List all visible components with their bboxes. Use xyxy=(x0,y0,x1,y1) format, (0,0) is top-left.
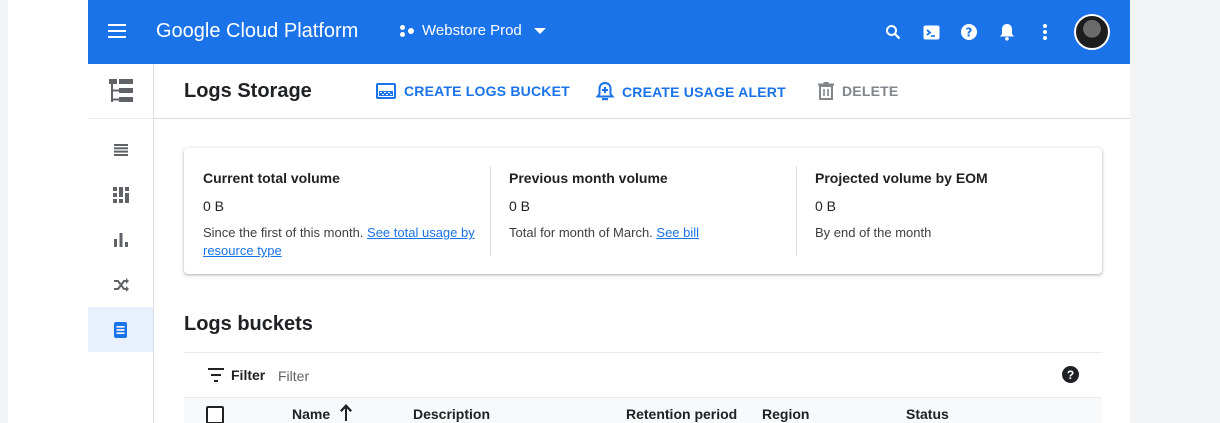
action-bar: Logs Storage CREATE LOGS BUCKET CREATE U… xyxy=(154,64,1130,119)
account-avatar[interactable] xyxy=(1074,14,1110,50)
metric-label: Current total volume xyxy=(203,170,340,186)
create-logs-bucket-label: CREATE LOGS BUCKET xyxy=(404,83,570,99)
project-selector[interactable]: Webstore Prod xyxy=(400,22,546,39)
column-header-status[interactable]: Status xyxy=(906,406,949,422)
menu-icon[interactable] xyxy=(106,20,128,42)
svg-text:?: ? xyxy=(966,26,973,40)
filter-icon[interactable] xyxy=(208,368,224,382)
metric-description: Total for month of March. See bill xyxy=(509,224,796,242)
filter-bar: Filter ? xyxy=(184,352,1102,398)
page-margin-left xyxy=(0,0,8,423)
brand-title[interactable]: Google Cloud Platform xyxy=(156,20,358,43)
current-volume-metric: Current total volume 0 B Since the first… xyxy=(184,148,489,274)
top-actions: ? xyxy=(884,14,1110,50)
metrics-icon[interactable] xyxy=(88,217,153,262)
see-bill-link[interactable]: See bill xyxy=(656,225,699,240)
page-margin-right xyxy=(1130,0,1220,423)
delete-button[interactable]: DELETE xyxy=(818,82,898,100)
metric-value: 0 B xyxy=(815,198,837,214)
top-app-bar: Google Cloud Platform Webstore Prod ? xyxy=(88,0,1130,64)
add-alert-icon xyxy=(596,82,614,101)
filter-input[interactable] xyxy=(278,365,778,387)
logs-storage-icon[interactable] xyxy=(88,307,153,352)
help-icon[interactable]: ? xyxy=(1062,366,1079,383)
usage-summary-card: Current total volume 0 B Since the first… xyxy=(184,148,1102,274)
column-header-region[interactable]: Region xyxy=(762,406,809,422)
create-usage-alert-button[interactable]: CREATE USAGE ALERT xyxy=(596,82,786,101)
logging-product-icon[interactable] xyxy=(88,64,153,119)
metric-label: Previous month volume xyxy=(509,170,668,186)
side-nav xyxy=(88,64,154,423)
logs-viewer-icon[interactable] xyxy=(88,127,153,172)
metric-description-text: Total for month of March. xyxy=(509,225,653,240)
logs-buckets-title: Logs buckets xyxy=(184,313,313,335)
cloud-shell-icon[interactable] xyxy=(922,23,940,41)
router-icon[interactable] xyxy=(88,262,153,307)
project-dots-icon xyxy=(400,24,414,38)
notifications-icon[interactable] xyxy=(998,23,1016,41)
help-icon[interactable]: ? xyxy=(960,23,978,41)
metric-value: 0 B xyxy=(509,198,531,214)
filter-label: Filter xyxy=(231,367,266,383)
column-header-retention[interactable]: Retention period xyxy=(626,406,737,422)
page-title: Logs Storage xyxy=(184,80,312,102)
metric-value: 0 B xyxy=(203,198,225,214)
metric-description-text: Since the first of this month. xyxy=(203,225,364,240)
arrow-up-icon[interactable] xyxy=(339,403,353,421)
delete-label: DELETE xyxy=(842,83,899,99)
more-vert-icon[interactable] xyxy=(1036,23,1054,41)
projected-volume-metric: Projected volume by EOM 0 B By end of th… xyxy=(796,148,1102,274)
column-header-name[interactable]: Name xyxy=(292,406,330,422)
metric-description: Since the first of this month. See total… xyxy=(203,224,489,260)
trash-icon xyxy=(818,82,834,100)
column-header-description[interactable]: Description xyxy=(413,406,490,422)
table-header: Name Description Retention period Region… xyxy=(184,398,1102,423)
create-logs-bucket-button[interactable]: CREATE LOGS BUCKET xyxy=(376,82,570,100)
project-name: Webstore Prod xyxy=(422,22,522,39)
dashboard-icon[interactable] xyxy=(88,172,153,217)
metric-description: By end of the month xyxy=(815,225,932,240)
create-usage-alert-label: CREATE USAGE ALERT xyxy=(622,83,786,100)
storage-bucket-icon xyxy=(376,83,396,99)
select-all-checkbox[interactable] xyxy=(206,406,224,423)
previous-volume-metric: Previous month volume 0 B Total for mont… xyxy=(490,148,796,274)
search-icon[interactable] xyxy=(884,23,902,41)
chevron-down-icon xyxy=(533,27,546,34)
metric-label: Projected volume by EOM xyxy=(815,170,988,186)
